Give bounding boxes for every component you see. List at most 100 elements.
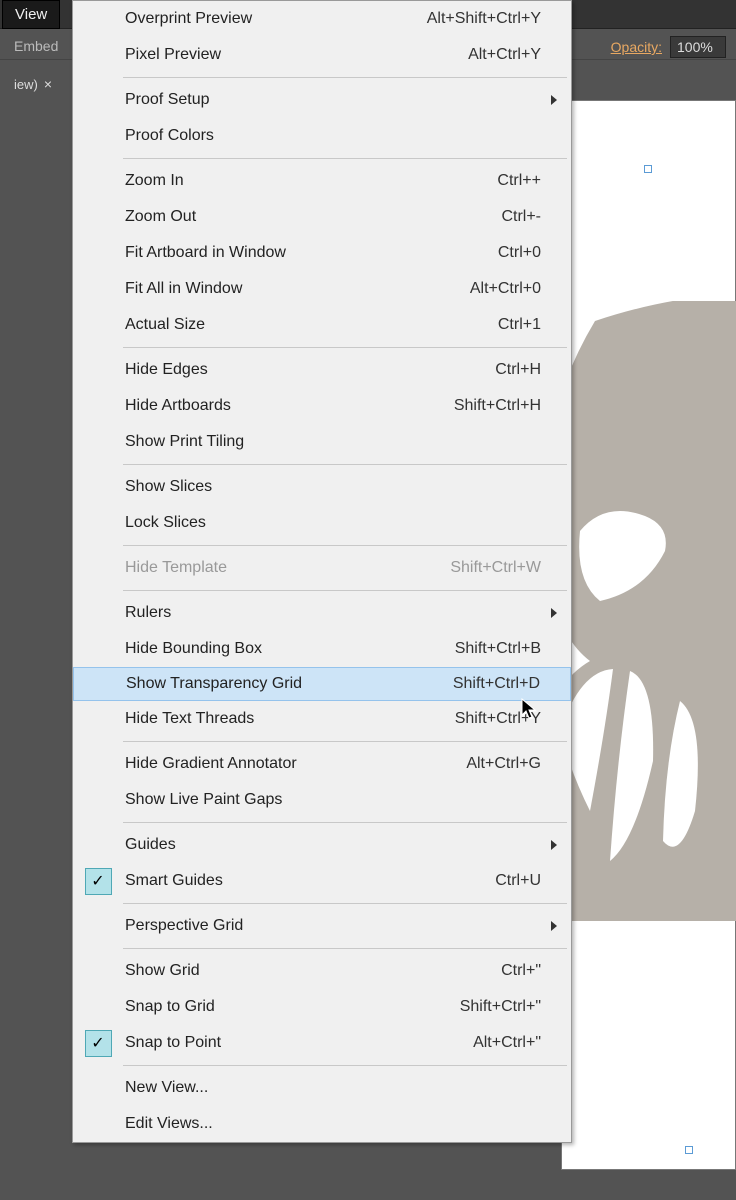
menu-item-snap-to-grid[interactable]: Snap to GridShift+Ctrl+" [73,989,571,1025]
menu-check-column: ✓ [73,868,123,895]
document-tab[interactable]: iew) × [4,74,62,94]
menu-item-shortcut: Alt+Ctrl+0 [411,280,571,298]
artboard-canvas[interactable] [561,100,736,1170]
menu-separator [123,822,567,823]
menu-item-label: Show Grid [123,962,411,980]
menu-item-hide-bounding-box[interactable]: Hide Bounding BoxShift+Ctrl+B [73,631,571,667]
menu-item-label: Zoom In [123,172,411,190]
menu-separator [123,347,567,348]
menu-item-label: Show Slices [123,478,411,496]
menu-item-show-transparency-grid[interactable]: Show Transparency GridShift+Ctrl+D [73,667,571,701]
opacity-value[interactable]: 100% [670,36,726,58]
menu-item-hide-gradient-annotator[interactable]: Hide Gradient AnnotatorAlt+Ctrl+G [73,746,571,782]
menu-item-show-grid[interactable]: Show GridCtrl+" [73,953,571,989]
menu-item-hide-text-threads[interactable]: Hide Text ThreadsShift+Ctrl+Y [73,701,571,737]
submenu-arrow-icon [551,840,557,850]
menu-separator [123,545,567,546]
menu-item-shortcut: Alt+Ctrl+Y [411,46,571,64]
menu-item-label: Proof Setup [123,91,411,109]
menu-item-label: Hide Gradient Annotator [123,755,411,773]
menu-item-shortcut: Ctrl+1 [411,316,571,334]
menu-item-label: Smart Guides [123,872,411,890]
menu-item-label: Zoom Out [123,208,411,226]
selection-handle-top[interactable] [644,165,652,173]
menu-item-fit-all[interactable]: Fit All in WindowAlt+Ctrl+0 [73,271,571,307]
menu-item-smart-guides[interactable]: ✓ Smart GuidesCtrl+U [73,863,571,899]
menu-item-shortcut: Ctrl++ [411,172,571,190]
menu-item-show-print-tiling[interactable]: Show Print Tiling [73,424,571,460]
menu-item-label: Actual Size [123,316,411,334]
menu-item-shortcut: Ctrl+H [411,361,571,379]
submenu-arrow-icon [551,921,557,931]
menu-item-rulers[interactable]: Rulers [73,595,571,631]
menu-item-perspective-grid[interactable]: Perspective Grid [73,908,571,944]
menu-item-label: Lock Slices [123,514,411,532]
menu-item-shortcut: Shift+Ctrl+B [411,640,571,658]
menu-item-label: Hide Edges [123,361,411,379]
menu-item-label: Show Live Paint Gaps [123,791,411,809]
menu-item-shortcut: Ctrl+" [411,962,571,980]
menu-item-shortcut: Ctrl+- [411,208,571,226]
document-tab-row: iew) × [0,72,62,96]
menu-item-overprint-preview[interactable]: Overprint PreviewAlt+Shift+Ctrl+Y [73,1,571,37]
menu-item-label: Guides [123,836,411,854]
checkmark-icon: ✓ [85,868,112,895]
menu-item-label: Hide Text Threads [123,710,411,728]
embed-label[interactable]: Embed [14,38,58,54]
menu-item-label: Proof Colors [123,127,411,145]
menu-item-hide-template: Hide TemplateShift+Ctrl+W [73,550,571,586]
menu-item-shortcut: Alt+Ctrl+" [411,1034,571,1052]
menu-item-label: Snap to Point [123,1034,411,1052]
view-dropdown-menu: Overprint PreviewAlt+Shift+Ctrl+YPixel P… [72,0,572,1143]
menu-separator [123,741,567,742]
menu-item-show-live-paint-gaps[interactable]: Show Live Paint Gaps [73,782,571,818]
menu-separator [123,590,567,591]
menu-item-shortcut: Alt+Ctrl+G [411,755,571,773]
menu-separator [123,1065,567,1066]
menu-item-zoom-out[interactable]: Zoom OutCtrl+- [73,199,571,235]
menu-item-label: Pixel Preview [123,46,411,64]
menu-item-shortcut: Ctrl+0 [411,244,571,262]
checkmark-icon: ✓ [85,1030,112,1057]
menu-item-shortcut: Ctrl+U [411,872,571,890]
menu-item-shortcut: Alt+Shift+Ctrl+Y [411,10,571,28]
opacity-section: Opacity: 100% [611,36,726,58]
menu-item-proof-colors[interactable]: Proof Colors [73,118,571,154]
menu-view[interactable]: View [2,0,60,29]
menu-item-edit-views[interactable]: Edit Views... [73,1106,571,1142]
menu-item-label: Hide Bounding Box [123,640,411,658]
close-icon[interactable]: × [44,76,52,92]
menu-item-label: Hide Template [123,559,411,577]
menu-item-label: Hide Artboards [123,397,411,415]
menu-item-shortcut: Shift+Ctrl+" [411,998,571,1016]
submenu-arrow-icon [551,608,557,618]
menu-item-new-view[interactable]: New View... [73,1070,571,1106]
menu-item-label: Rulers [123,604,411,622]
menu-item-actual-size[interactable]: Actual SizeCtrl+1 [73,307,571,343]
menu-item-show-slices[interactable]: Show Slices [73,469,571,505]
menu-item-label: Fit Artboard in Window [123,244,411,262]
menu-item-label: Edit Views... [123,1115,411,1133]
menu-item-shortcut: Shift+Ctrl+H [411,397,571,415]
menu-item-zoom-in[interactable]: Zoom InCtrl++ [73,163,571,199]
menu-item-label: Show Transparency Grid [124,675,410,693]
menu-item-fit-artboard[interactable]: Fit Artboard in WindowCtrl+0 [73,235,571,271]
menu-item-pixel-preview[interactable]: Pixel PreviewAlt+Ctrl+Y [73,37,571,73]
menu-item-label: New View... [123,1079,411,1097]
menu-separator [123,464,567,465]
menu-item-label: Snap to Grid [123,998,411,1016]
menu-item-hide-edges[interactable]: Hide EdgesCtrl+H [73,352,571,388]
menu-item-label: Overprint Preview [123,10,411,28]
menu-item-lock-slices[interactable]: Lock Slices [73,505,571,541]
menu-item-label: Show Print Tiling [123,433,411,451]
menu-item-hide-artboards[interactable]: Hide ArtboardsShift+Ctrl+H [73,388,571,424]
menu-item-proof-setup[interactable]: Proof Setup [73,82,571,118]
menu-item-shortcut: Shift+Ctrl+Y [411,710,571,728]
menu-item-snap-to-point[interactable]: ✓ Snap to PointAlt+Ctrl+" [73,1025,571,1061]
menu-check-column: ✓ [73,1030,123,1057]
selection-handle-bottom[interactable] [685,1146,693,1154]
opacity-label[interactable]: Opacity: [611,39,662,55]
submenu-arrow-icon [551,95,557,105]
menu-item-label: Fit All in Window [123,280,411,298]
menu-item-guides[interactable]: Guides [73,827,571,863]
